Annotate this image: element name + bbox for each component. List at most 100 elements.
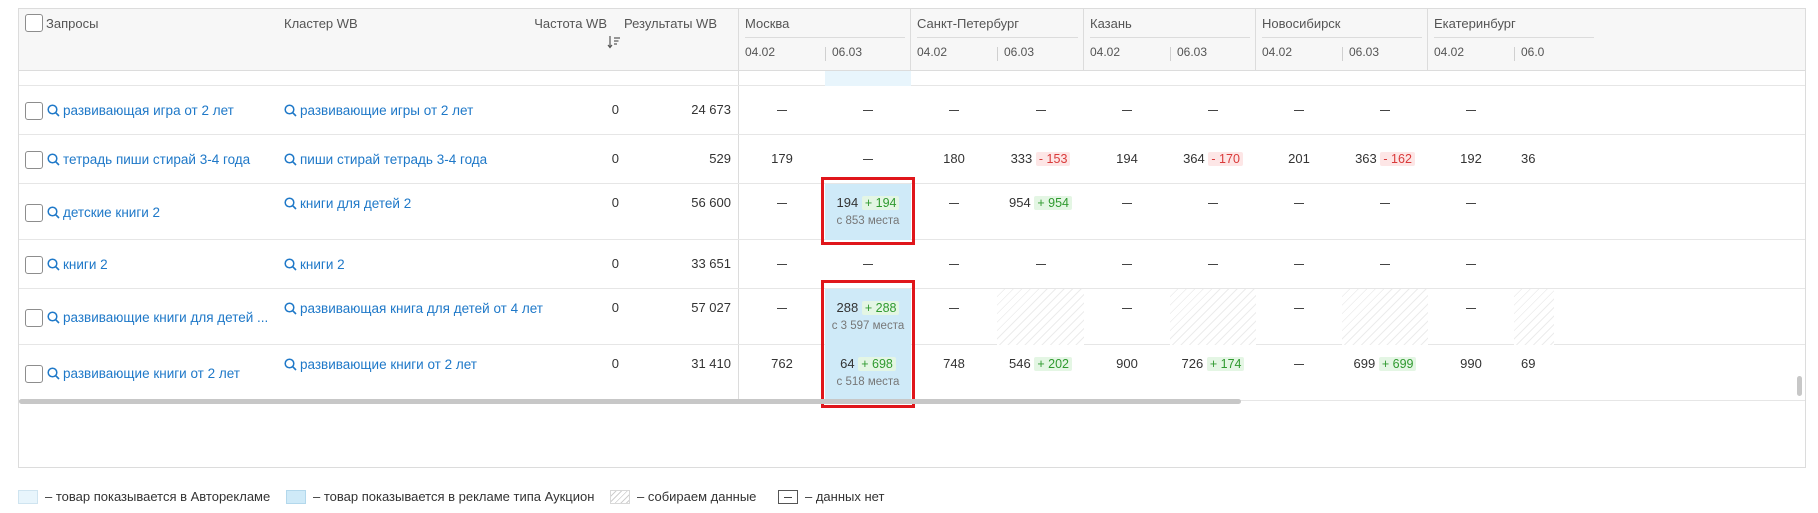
position-value: 36 <box>1521 151 1536 166</box>
position-value: 179 <box>771 151 793 166</box>
no-data-swatch <box>778 490 798 504</box>
no-data-mark <box>1342 256 1428 271</box>
no-data-mark <box>1256 300 1342 315</box>
city-header-moscow: Москва 04.02 06.03 <box>739 9 911 71</box>
position-value: 180 <box>943 151 965 166</box>
no-data-mark <box>1428 300 1514 315</box>
position-delta: + 954 <box>1034 196 1072 210</box>
row-checkbox[interactable] <box>25 309 43 327</box>
cluster-link[interactable]: развивающие книги от 2 лет <box>284 357 477 372</box>
no-data-mark <box>1170 195 1256 210</box>
position-delta: - 153 <box>1035 152 1071 166</box>
row-checkbox[interactable] <box>25 151 43 169</box>
search-icon <box>284 258 297 271</box>
query-link[interactable]: развивающая игра от 2 лет <box>47 103 234 118</box>
position-value: 192 <box>1460 151 1482 166</box>
position-value: 333 - 153 <box>997 151 1084 166</box>
query-link[interactable]: книги 2 <box>47 257 108 272</box>
no-data-mark <box>739 300 825 315</box>
results-value: 24 673 <box>691 102 731 117</box>
no-data-mark <box>911 300 997 315</box>
legend-nodata: – данных нет <box>778 488 938 508</box>
search-icon <box>284 358 297 371</box>
query-link[interactable]: развивающие книги от 2 лет <box>47 366 240 381</box>
search-icon <box>284 153 297 166</box>
cluster-link[interactable]: пиши стирай тетрадь 3-4 года <box>284 152 487 167</box>
query-link[interactable]: тетрадь пиши стирай 3-4 года <box>47 152 250 167</box>
results-column-header[interactable]: Результаты WB <box>619 16 717 31</box>
no-data-mark <box>997 256 1084 271</box>
frequency-value: 0 <box>611 356 619 371</box>
position-value: 762 <box>771 356 793 371</box>
city-header-novosibirsk: Новосибирск 04.02 06.03 <box>1256 9 1428 71</box>
frequency-value: 0 <box>611 102 619 117</box>
no-data-mark <box>1170 256 1256 271</box>
results-value: 57 027 <box>691 300 731 315</box>
position-delta: - 162 <box>1380 152 1415 166</box>
no-data-mark <box>911 102 997 117</box>
legend: – товар показывается в Авторекламе – тов… <box>18 488 1118 508</box>
cluster-link[interactable]: развивающая книга для детей от 4 лет <box>284 301 543 316</box>
results-value: 529 <box>709 151 731 166</box>
queries-column-header[interactable]: Запросы <box>46 16 98 31</box>
highlight-box <box>821 177 915 245</box>
no-data-mark <box>1256 256 1342 271</box>
table-row: развивающая игра от 2 лет развивающие иг… <box>19 86 1805 135</box>
table-body: развивающая игра от 2 лет развивающие иг… <box>19 71 1805 408</box>
search-icon <box>47 258 60 271</box>
highlight-box <box>821 280 915 408</box>
position-value: 364 - 170 <box>1170 151 1256 166</box>
row-checkbox[interactable] <box>25 204 43 222</box>
frequency-value: 0 <box>611 300 619 315</box>
cluster-link[interactable]: книги 2 <box>284 257 345 272</box>
position-value: 990 <box>1460 356 1482 371</box>
horizontal-scrollbar[interactable] <box>19 399 1241 404</box>
no-data-mark <box>1084 300 1170 315</box>
frequency-column-header[interactable]: Частота WB <box>519 16 607 31</box>
no-data-mark <box>1084 102 1170 117</box>
search-icon <box>47 367 60 380</box>
row-checkbox[interactable] <box>25 256 43 274</box>
position-delta: - 170 <box>1208 152 1243 166</box>
row-checkbox[interactable] <box>25 102 43 120</box>
legend-collecting: – собираем данные <box>610 488 790 508</box>
query-link[interactable]: развивающие книги для детей ... <box>47 310 268 325</box>
position-value: 954 + 954 <box>997 195 1084 210</box>
no-data-mark <box>1256 356 1342 371</box>
cluster-column-header[interactable]: Кластер WB <box>284 16 358 31</box>
query-link[interactable]: детские книги 2 <box>47 205 160 220</box>
results-value: 33 651 <box>691 256 731 271</box>
no-data-mark <box>1342 102 1428 117</box>
position-value: 194 <box>1116 151 1138 166</box>
no-data-mark <box>1428 256 1514 271</box>
position-value: 900 <box>1116 356 1138 371</box>
no-data-mark <box>1428 102 1514 117</box>
city-header-kazan: Казань 04.02 06.03 <box>1084 9 1256 71</box>
frequency-value: 0 <box>611 151 619 166</box>
no-data-mark <box>1256 195 1342 210</box>
search-icon <box>47 153 60 166</box>
no-data-mark <box>911 256 997 271</box>
vertical-scrollbar[interactable] <box>1797 376 1802 396</box>
results-value: 56 600 <box>691 195 731 210</box>
search-icon <box>284 197 297 210</box>
table-row <box>19 71 1805 86</box>
collecting-data-cell <box>1170 289 1256 345</box>
cluster-link[interactable]: развивающие игры от 2 лет <box>284 103 473 118</box>
position-delta: + 174 <box>1206 357 1245 371</box>
frequency-value: 0 <box>611 195 619 210</box>
position-value: 726 + 174 <box>1170 356 1256 371</box>
search-icon <box>284 104 297 117</box>
select-all-checkbox[interactable] <box>25 14 43 32</box>
cluster-link[interactable]: книги для детей 2 <box>284 196 411 211</box>
legend-auction: – товар показывается в рекламе типа Аукц… <box>286 488 606 508</box>
sort-desc-icon[interactable] <box>607 35 621 49</box>
no-data-mark <box>825 102 911 117</box>
search-icon <box>47 206 60 219</box>
position-value: 201 <box>1288 151 1310 166</box>
row-checkbox[interactable] <box>25 365 43 383</box>
position-delta: + 202 <box>1034 357 1072 371</box>
no-data-mark <box>739 195 825 210</box>
position-value: 363 - 162 <box>1342 151 1428 166</box>
results-value: 31 410 <box>691 356 731 371</box>
